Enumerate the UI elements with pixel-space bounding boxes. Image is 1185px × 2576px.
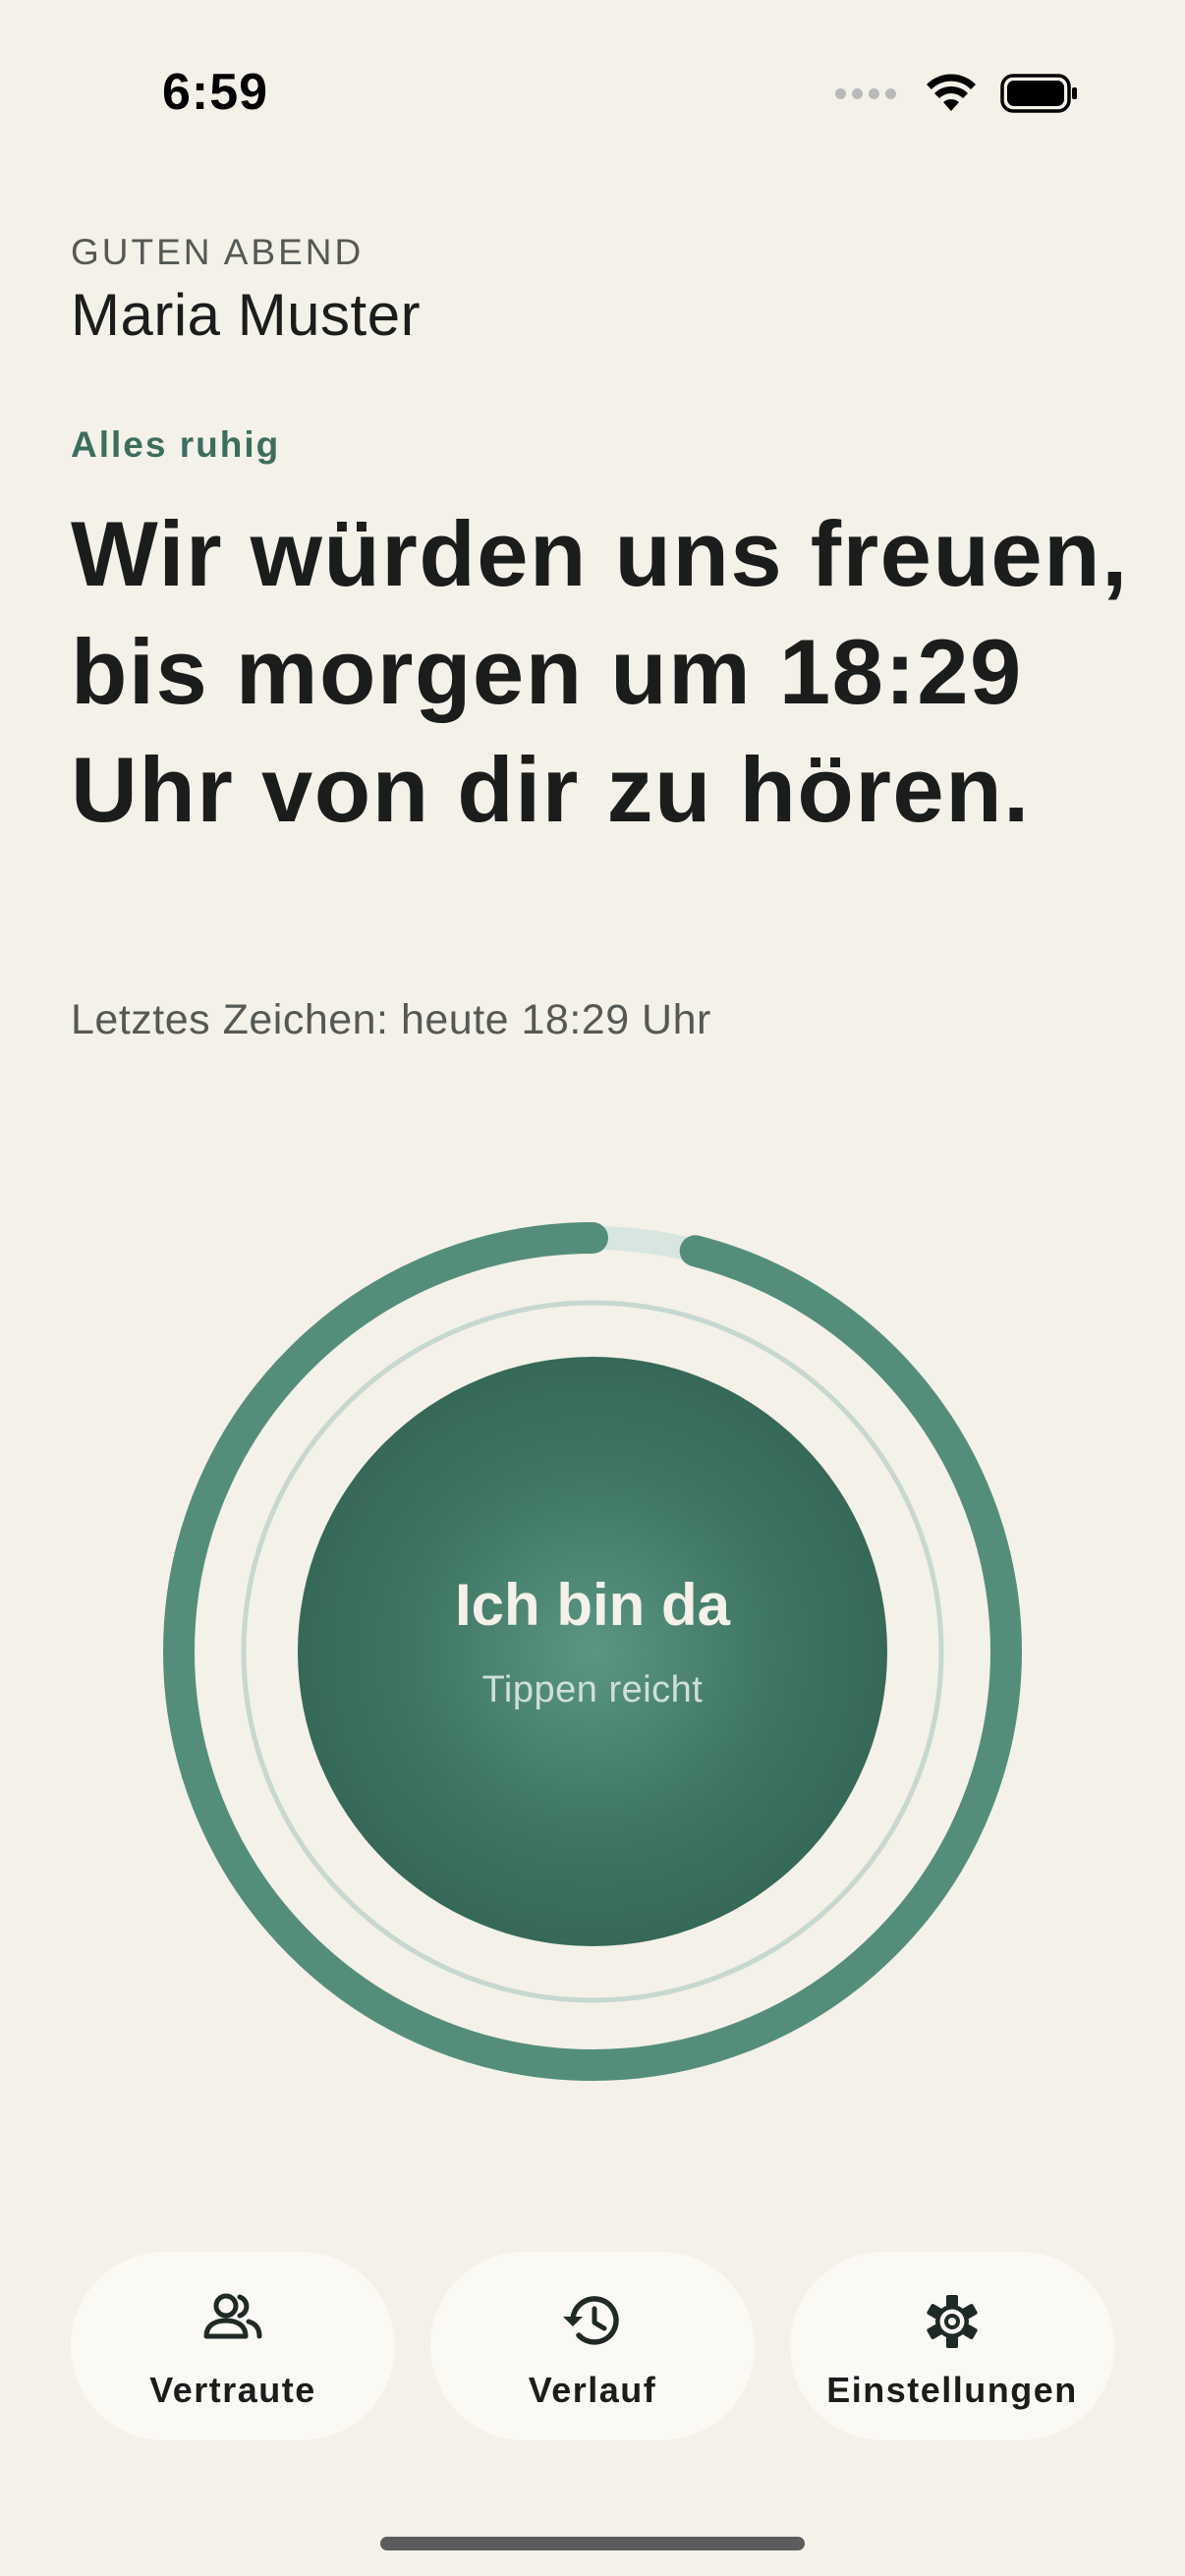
status-headline: Wir würden uns freuen, bis morgen um 18:… — [71, 502, 1129, 841]
checkin-ring: Ich bin da Tippen reicht — [162, 1221, 1023, 2082]
nav-history-button[interactable]: Verlauf — [430, 2252, 755, 2440]
nav-settings-button[interactable]: Einstellungen — [790, 2252, 1114, 2440]
history-icon — [430, 2293, 755, 2348]
last-sign-text: Letztes Zeichen: heute 18:29 Uhr — [71, 996, 711, 1043]
gear-icon — [790, 2293, 1114, 2350]
wifi-icon — [927, 74, 976, 111]
nav-settings-label: Einstellungen — [826, 2370, 1078, 2410]
screen: 6:59 GUTEN ABEND Maria Muster Alles ruhi… — [0, 0, 1185, 2576]
user-name: Maria Muster — [71, 282, 422, 348]
battery-icon — [1000, 74, 1077, 113]
status-bar-time: 6:59 — [162, 64, 269, 121]
greeting-label: GUTEN ABEND — [71, 232, 365, 272]
checkin-button-title: Ich bin da — [454, 1572, 731, 1638]
home-indicator[interactable] — [380, 2537, 805, 2550]
checkin-button-subtitle: Tippen reicht — [481, 1669, 704, 1710]
people-icon — [71, 2293, 395, 2342]
nav-contacts-button[interactable]: Vertraute — [71, 2252, 395, 2440]
nav-contacts-label: Vertraute — [149, 2370, 316, 2410]
status-label: Alles ruhig — [71, 424, 281, 465]
nav-history-label: Verlauf — [528, 2370, 657, 2410]
cellular-signal-icon — [835, 87, 896, 99]
checkin-button[interactable]: Ich bin da Tippen reicht — [298, 1357, 887, 1946]
status-bar-indicators — [835, 73, 1079, 114]
